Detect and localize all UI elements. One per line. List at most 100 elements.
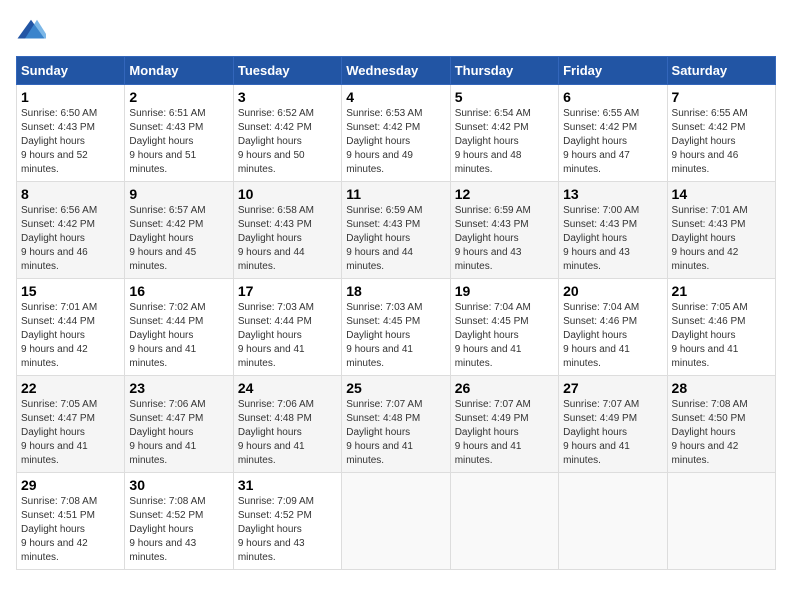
day-number: 22 — [21, 380, 120, 396]
calendar-table: SundayMondayTuesdayWednesdayThursdayFrid… — [16, 56, 776, 570]
calendar-cell: 31 Sunrise: 7:09 AM Sunset: 4:52 PM Dayl… — [233, 473, 341, 570]
calendar-cell: 25 Sunrise: 7:07 AM Sunset: 4:48 PM Dayl… — [342, 376, 450, 473]
day-info: Sunrise: 7:03 AM Sunset: 4:45 PM Dayligh… — [346, 301, 445, 371]
calendar-cell: 9 Sunrise: 6:57 AM Sunset: 4:42 PM Dayli… — [125, 182, 233, 279]
day-info: Sunrise: 6:57 AM Sunset: 4:42 PM Dayligh… — [129, 204, 228, 274]
day-info: Sunrise: 6:54 AM Sunset: 4:42 PM Dayligh… — [455, 107, 554, 177]
day-number: 3 — [238, 89, 337, 105]
calendar-cell: 7 Sunrise: 6:55 AM Sunset: 4:42 PM Dayli… — [667, 85, 775, 182]
day-info: Sunrise: 7:01 AM Sunset: 4:44 PM Dayligh… — [21, 301, 120, 371]
calendar-cell: 26 Sunrise: 7:07 AM Sunset: 4:49 PM Dayl… — [450, 376, 558, 473]
calendar-cell: 20 Sunrise: 7:04 AM Sunset: 4:46 PM Dayl… — [559, 279, 667, 376]
day-number: 8 — [21, 186, 120, 202]
logo-icon — [16, 16, 46, 46]
day-info: Sunrise: 7:01 AM Sunset: 4:43 PM Dayligh… — [672, 204, 771, 274]
day-number: 27 — [563, 380, 662, 396]
day-info: Sunrise: 7:03 AM Sunset: 4:44 PM Dayligh… — [238, 301, 337, 371]
day-info: Sunrise: 7:08 AM Sunset: 4:51 PM Dayligh… — [21, 495, 120, 565]
day-info: Sunrise: 6:50 AM Sunset: 4:43 PM Dayligh… — [21, 107, 120, 177]
calendar-cell: 21 Sunrise: 7:05 AM Sunset: 4:46 PM Dayl… — [667, 279, 775, 376]
day-info: Sunrise: 7:04 AM Sunset: 4:46 PM Dayligh… — [563, 301, 662, 371]
day-info: Sunrise: 7:05 AM Sunset: 4:47 PM Dayligh… — [21, 398, 120, 468]
calendar-cell: 8 Sunrise: 6:56 AM Sunset: 4:42 PM Dayli… — [17, 182, 125, 279]
day-info: Sunrise: 6:52 AM Sunset: 4:42 PM Dayligh… — [238, 107, 337, 177]
day-info: Sunrise: 7:06 AM Sunset: 4:47 PM Dayligh… — [129, 398, 228, 468]
day-info: Sunrise: 7:06 AM Sunset: 4:48 PM Dayligh… — [238, 398, 337, 468]
calendar-cell: 2 Sunrise: 6:51 AM Sunset: 4:43 PM Dayli… — [125, 85, 233, 182]
day-info: Sunrise: 7:07 AM Sunset: 4:49 PM Dayligh… — [563, 398, 662, 468]
calendar-week-row: 29 Sunrise: 7:08 AM Sunset: 4:51 PM Dayl… — [17, 473, 776, 570]
day-number: 28 — [672, 380, 771, 396]
calendar-cell: 4 Sunrise: 6:53 AM Sunset: 4:42 PM Dayli… — [342, 85, 450, 182]
calendar-cell: 16 Sunrise: 7:02 AM Sunset: 4:44 PM Dayl… — [125, 279, 233, 376]
day-info: Sunrise: 6:56 AM Sunset: 4:42 PM Dayligh… — [21, 204, 120, 274]
day-info: Sunrise: 6:55 AM Sunset: 4:42 PM Dayligh… — [563, 107, 662, 177]
day-info: Sunrise: 6:59 AM Sunset: 4:43 PM Dayligh… — [346, 204, 445, 274]
calendar-cell: 19 Sunrise: 7:04 AM Sunset: 4:45 PM Dayl… — [450, 279, 558, 376]
day-info: Sunrise: 7:08 AM Sunset: 4:50 PM Dayligh… — [672, 398, 771, 468]
day-info: Sunrise: 6:51 AM Sunset: 4:43 PM Dayligh… — [129, 107, 228, 177]
day-info: Sunrise: 7:04 AM Sunset: 4:45 PM Dayligh… — [455, 301, 554, 371]
calendar-cell: 1 Sunrise: 6:50 AM Sunset: 4:43 PM Dayli… — [17, 85, 125, 182]
day-number: 23 — [129, 380, 228, 396]
day-number: 30 — [129, 477, 228, 493]
weekday-header: Wednesday — [342, 57, 450, 85]
calendar-cell — [450, 473, 558, 570]
calendar-cell: 27 Sunrise: 7:07 AM Sunset: 4:49 PM Dayl… — [559, 376, 667, 473]
calendar-cell: 29 Sunrise: 7:08 AM Sunset: 4:51 PM Dayl… — [17, 473, 125, 570]
day-number: 7 — [672, 89, 771, 105]
calendar-cell: 6 Sunrise: 6:55 AM Sunset: 4:42 PM Dayli… — [559, 85, 667, 182]
calendar-cell: 17 Sunrise: 7:03 AM Sunset: 4:44 PM Dayl… — [233, 279, 341, 376]
calendar-week-row: 15 Sunrise: 7:01 AM Sunset: 4:44 PM Dayl… — [17, 279, 776, 376]
day-info: Sunrise: 6:58 AM Sunset: 4:43 PM Dayligh… — [238, 204, 337, 274]
day-info: Sunrise: 7:02 AM Sunset: 4:44 PM Dayligh… — [129, 301, 228, 371]
day-number: 31 — [238, 477, 337, 493]
calendar-cell — [559, 473, 667, 570]
calendar-cell: 5 Sunrise: 6:54 AM Sunset: 4:42 PM Dayli… — [450, 85, 558, 182]
day-info: Sunrise: 7:09 AM Sunset: 4:52 PM Dayligh… — [238, 495, 337, 565]
day-info: Sunrise: 7:05 AM Sunset: 4:46 PM Dayligh… — [672, 301, 771, 371]
day-number: 5 — [455, 89, 554, 105]
day-number: 11 — [346, 186, 445, 202]
calendar-cell: 12 Sunrise: 6:59 AM Sunset: 4:43 PM Dayl… — [450, 182, 558, 279]
calendar-header: SundayMondayTuesdayWednesdayThursdayFrid… — [17, 57, 776, 85]
calendar-cell: 18 Sunrise: 7:03 AM Sunset: 4:45 PM Dayl… — [342, 279, 450, 376]
calendar-cell: 10 Sunrise: 6:58 AM Sunset: 4:43 PM Dayl… — [233, 182, 341, 279]
day-number: 25 — [346, 380, 445, 396]
calendar-cell: 23 Sunrise: 7:06 AM Sunset: 4:47 PM Dayl… — [125, 376, 233, 473]
calendar-cell: 15 Sunrise: 7:01 AM Sunset: 4:44 PM Dayl… — [17, 279, 125, 376]
day-info: Sunrise: 6:53 AM Sunset: 4:42 PM Dayligh… — [346, 107, 445, 177]
weekday-header: Thursday — [450, 57, 558, 85]
page-header — [16, 16, 776, 46]
day-number: 21 — [672, 283, 771, 299]
calendar-cell: 3 Sunrise: 6:52 AM Sunset: 4:42 PM Dayli… — [233, 85, 341, 182]
logo — [16, 16, 50, 46]
day-number: 19 — [455, 283, 554, 299]
day-number: 4 — [346, 89, 445, 105]
day-info: Sunrise: 6:55 AM Sunset: 4:42 PM Dayligh… — [672, 107, 771, 177]
day-number: 15 — [21, 283, 120, 299]
calendar-week-row: 1 Sunrise: 6:50 AM Sunset: 4:43 PM Dayli… — [17, 85, 776, 182]
calendar-cell: 14 Sunrise: 7:01 AM Sunset: 4:43 PM Dayl… — [667, 182, 775, 279]
weekday-header: Friday — [559, 57, 667, 85]
day-number: 6 — [563, 89, 662, 105]
day-number: 17 — [238, 283, 337, 299]
calendar-cell: 24 Sunrise: 7:06 AM Sunset: 4:48 PM Dayl… — [233, 376, 341, 473]
calendar-cell — [342, 473, 450, 570]
day-number: 10 — [238, 186, 337, 202]
weekday-header: Sunday — [17, 57, 125, 85]
calendar-cell: 28 Sunrise: 7:08 AM Sunset: 4:50 PM Dayl… — [667, 376, 775, 473]
day-number: 9 — [129, 186, 228, 202]
calendar-week-row: 8 Sunrise: 6:56 AM Sunset: 4:42 PM Dayli… — [17, 182, 776, 279]
day-number: 16 — [129, 283, 228, 299]
calendar-cell: 22 Sunrise: 7:05 AM Sunset: 4:47 PM Dayl… — [17, 376, 125, 473]
day-number: 2 — [129, 89, 228, 105]
day-number: 13 — [563, 186, 662, 202]
day-info: Sunrise: 7:07 AM Sunset: 4:48 PM Dayligh… — [346, 398, 445, 468]
calendar-cell: 11 Sunrise: 6:59 AM Sunset: 4:43 PM Dayl… — [342, 182, 450, 279]
day-info: Sunrise: 7:08 AM Sunset: 4:52 PM Dayligh… — [129, 495, 228, 565]
day-number: 18 — [346, 283, 445, 299]
calendar-week-row: 22 Sunrise: 7:05 AM Sunset: 4:47 PM Dayl… — [17, 376, 776, 473]
day-number: 1 — [21, 89, 120, 105]
day-info: Sunrise: 6:59 AM Sunset: 4:43 PM Dayligh… — [455, 204, 554, 274]
